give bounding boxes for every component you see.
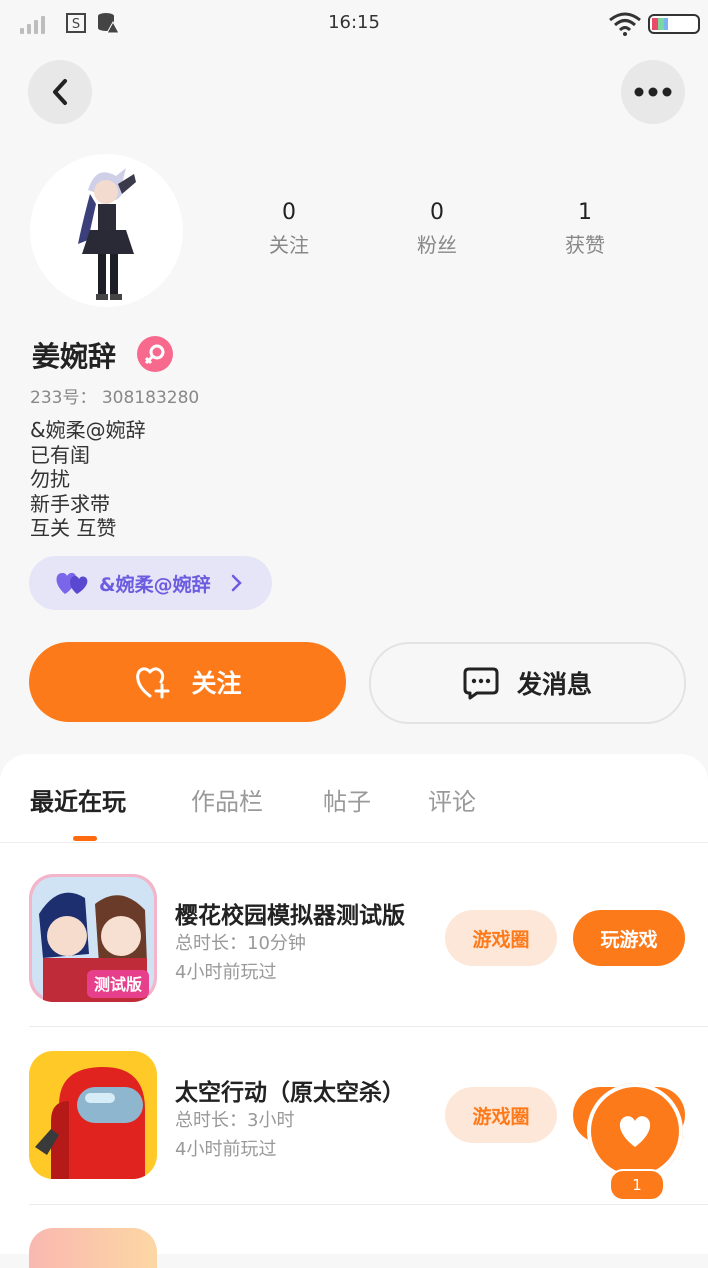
game-icon-space-action — [29, 1051, 157, 1179]
stat-value: 1 — [578, 200, 592, 225]
follow-label: 关注 — [191, 669, 242, 698]
stat-likes[interactable]: 1 获赞 — [535, 200, 635, 258]
chat-bubble-icon — [463, 667, 499, 700]
game-icon-partial[interactable] — [29, 1228, 157, 1268]
game-circle-button[interactable]: 游戏圈 — [445, 1087, 557, 1143]
game-total-time: 总时长：3小时 — [175, 1110, 295, 1131]
tab-works[interactable]: 作品栏 — [191, 782, 263, 817]
bio-line: &婉柔@婉辞 — [30, 418, 146, 442]
bio: &婉柔@婉辞 已有闺 勿扰 新手求带 互关 互赞 — [30, 418, 146, 541]
icon-badge-text: 测试版 — [94, 975, 142, 994]
chevron-left-icon — [53, 79, 67, 105]
stat-fans[interactable]: 0 粉丝 — [387, 200, 487, 258]
send-message-button[interactable]: 发消息 — [369, 642, 686, 724]
game-name: 樱花校园模拟器测试版 — [175, 903, 405, 929]
game-last-played: 4小时前玩过 — [175, 962, 277, 983]
avatar[interactable] — [30, 154, 183, 307]
bio-line: 新手求带 — [30, 491, 110, 516]
tag-label: &婉柔@婉辞 — [99, 573, 211, 596]
heart-icon — [619, 1116, 651, 1147]
tab-bar: 最近在玩 作品栏 帖子 评论 — [0, 754, 708, 843]
female-gender-icon — [137, 336, 173, 372]
stat-value: 0 — [430, 200, 444, 225]
like-count-badge: 1 — [609, 1169, 665, 1201]
stat-value: 0 — [282, 200, 296, 225]
heart-plus-icon — [136, 667, 170, 699]
game-name: 太空行动（原太空杀） — [175, 1080, 405, 1106]
back-button[interactable] — [28, 60, 92, 124]
uid-label: 233号： — [30, 388, 97, 408]
status-bar: S 16:15 — [0, 0, 708, 48]
bio-line: 已有闺 — [30, 442, 90, 467]
user-id: 233号： 308183280 — [30, 383, 199, 408]
more-options-button[interactable] — [621, 60, 685, 124]
game-total-time: 总时长：10分钟 — [175, 933, 306, 954]
game-row[interactable]: 测试版 樱花校园模拟器测试版 总时长：10分钟 4小时前玩过 游戏圈 玩游戏 — [0, 854, 708, 1030]
stat-label: 关注 — [269, 233, 309, 257]
play-game-button[interactable]: 玩游戏 — [573, 910, 685, 966]
battery-icon — [648, 14, 700, 34]
follow-button[interactable]: 关注 — [29, 642, 346, 722]
like-button[interactable] — [587, 1083, 683, 1179]
stat-following[interactable]: 0 关注 — [239, 200, 339, 258]
uid-value: 308183280 — [101, 388, 200, 408]
relationship-tag[interactable]: &婉柔@婉辞 — [29, 556, 272, 610]
bio-line: 勿扰 — [30, 467, 70, 491]
game-icon-sakura: 测试版 — [29, 874, 157, 1002]
tab-recently-played[interactable]: 最近在玩 — [30, 782, 126, 817]
bio-line: 互关 互赞 — [30, 516, 117, 540]
tab-indicator — [73, 836, 97, 841]
divider — [29, 1204, 708, 1205]
message-label: 发消息 — [516, 670, 592, 699]
game-last-played: 4小时前玩过 — [175, 1139, 277, 1160]
content-panel: 最近在玩 作品栏 帖子 评论 测试版 樱花校园模拟器测试版 总时长：10分钟 4… — [0, 754, 708, 1254]
clock: 16:15 — [328, 12, 380, 33]
divider — [29, 1026, 708, 1027]
chevron-right-icon — [231, 574, 242, 592]
tab-comments[interactable]: 评论 — [428, 782, 476, 817]
username: 姜婉辞 — [32, 340, 117, 373]
double-heart-icon — [56, 572, 88, 594]
game-circle-button[interactable]: 游戏圈 — [445, 910, 557, 966]
stat-label: 获赞 — [565, 233, 605, 257]
more-dots-icon — [634, 87, 672, 97]
avatar-character-image — [78, 168, 136, 300]
stat-label: 粉丝 — [417, 233, 457, 257]
wifi-icon — [609, 12, 641, 36]
tab-posts[interactable]: 帖子 — [323, 782, 371, 817]
